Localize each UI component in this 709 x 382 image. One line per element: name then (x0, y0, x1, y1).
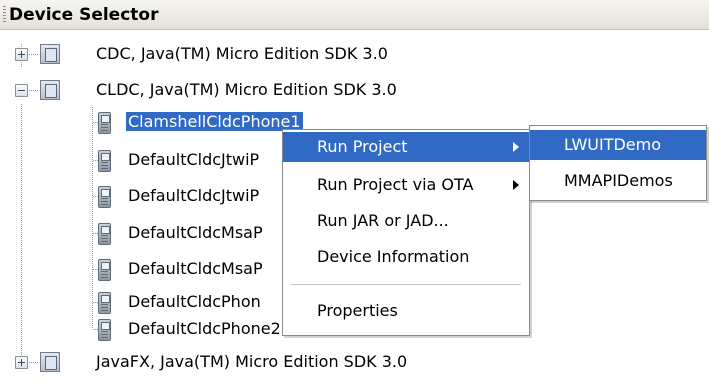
collapse-icon[interactable] (15, 84, 28, 97)
panel-title: Device Selector (9, 5, 159, 25)
menu-item-properties[interactable]: Properties (283, 296, 529, 326)
tree-node-label: DefaultCldcPhone2 (128, 319, 281, 338)
tree-node-device[interactable]: DefaultCldcPhone2 (0, 314, 290, 344)
submenu-item-mmapidemos[interactable]: MMAPIDemos (530, 166, 706, 196)
phone-device-icon (98, 112, 111, 134)
run-project-submenu: LWUITDemo MMAPIDemos (529, 125, 707, 201)
tree-node-label: JavaFX, Java(TM) Micro Edition SDK 3.0 (96, 352, 408, 371)
tree-node-cdc[interactable]: CDC, Java(TM) Micro Edition SDK 3.0 (0, 40, 709, 70)
tree-node-label: CLDC, Java(TM) Micro Edition SDK 3.0 (96, 80, 397, 99)
platform-folder-icon (40, 44, 60, 64)
tree-node-device[interactable]: DefaultCldcMsaP (0, 218, 290, 248)
phone-device-icon (98, 186, 111, 208)
tree-node-device[interactable]: DefaultCldcPhon (0, 287, 290, 317)
tree-node-device[interactable]: DefaultCldcMsaP (0, 254, 290, 284)
tree-node-label: ClamshellCldcPhone1 (126, 112, 303, 131)
phone-device-icon (98, 259, 111, 281)
tree-node-device[interactable]: ClamshellCldcPhone1 (0, 107, 303, 137)
tree-node-label: DefaultCldcJtwiP (128, 150, 260, 169)
submenu-arrow-icon (513, 180, 519, 190)
device-selector-header: Device Selector (0, 0, 709, 30)
menu-item-run-project[interactable]: Run Project (283, 132, 529, 162)
submenu-arrow-icon (513, 142, 519, 152)
phone-device-icon (98, 292, 111, 314)
menu-item-run-jar-or-jad[interactable]: Run JAR or JAD... (283, 206, 529, 236)
submenu-item-lwuitdemo[interactable]: LWUITDemo (530, 130, 706, 160)
phone-device-icon (98, 223, 111, 245)
tree-node-label: CDC, Java(TM) Micro Edition SDK 3.0 (96, 44, 388, 63)
tree-node-cldc[interactable]: CLDC, Java(TM) Micro Edition SDK 3.0 (0, 76, 709, 106)
tree-node-device[interactable]: DefaultCldcJtwiP (0, 145, 290, 175)
platform-folder-icon (40, 352, 60, 372)
tree-node-label: DefaultCldcJtwiP (128, 186, 260, 205)
expand-icon[interactable] (15, 48, 28, 61)
tree-node-label: DefaultCldcMsaP (128, 259, 263, 278)
menu-separator (291, 284, 521, 285)
tree-node-device[interactable]: DefaultCldcJtwiP (0, 181, 290, 211)
phone-device-icon (98, 319, 111, 341)
platform-folder-icon (40, 80, 60, 100)
tree-node-label: DefaultCldcPhon (128, 292, 261, 311)
menu-item-run-project-via-ota[interactable]: Run Project via OTA (283, 170, 529, 200)
tree-node-javafx[interactable]: JavaFX, Java(TM) Micro Edition SDK 3.0 (0, 348, 709, 378)
drag-grip-icon[interactable] (3, 6, 6, 24)
phone-device-icon (98, 150, 111, 172)
context-menu: Run Project Run Project via OTA Run JAR … (282, 129, 530, 336)
expand-icon[interactable] (15, 356, 28, 369)
menu-item-device-information[interactable]: Device Information (283, 242, 529, 272)
tree-node-label: DefaultCldcMsaP (128, 223, 263, 242)
